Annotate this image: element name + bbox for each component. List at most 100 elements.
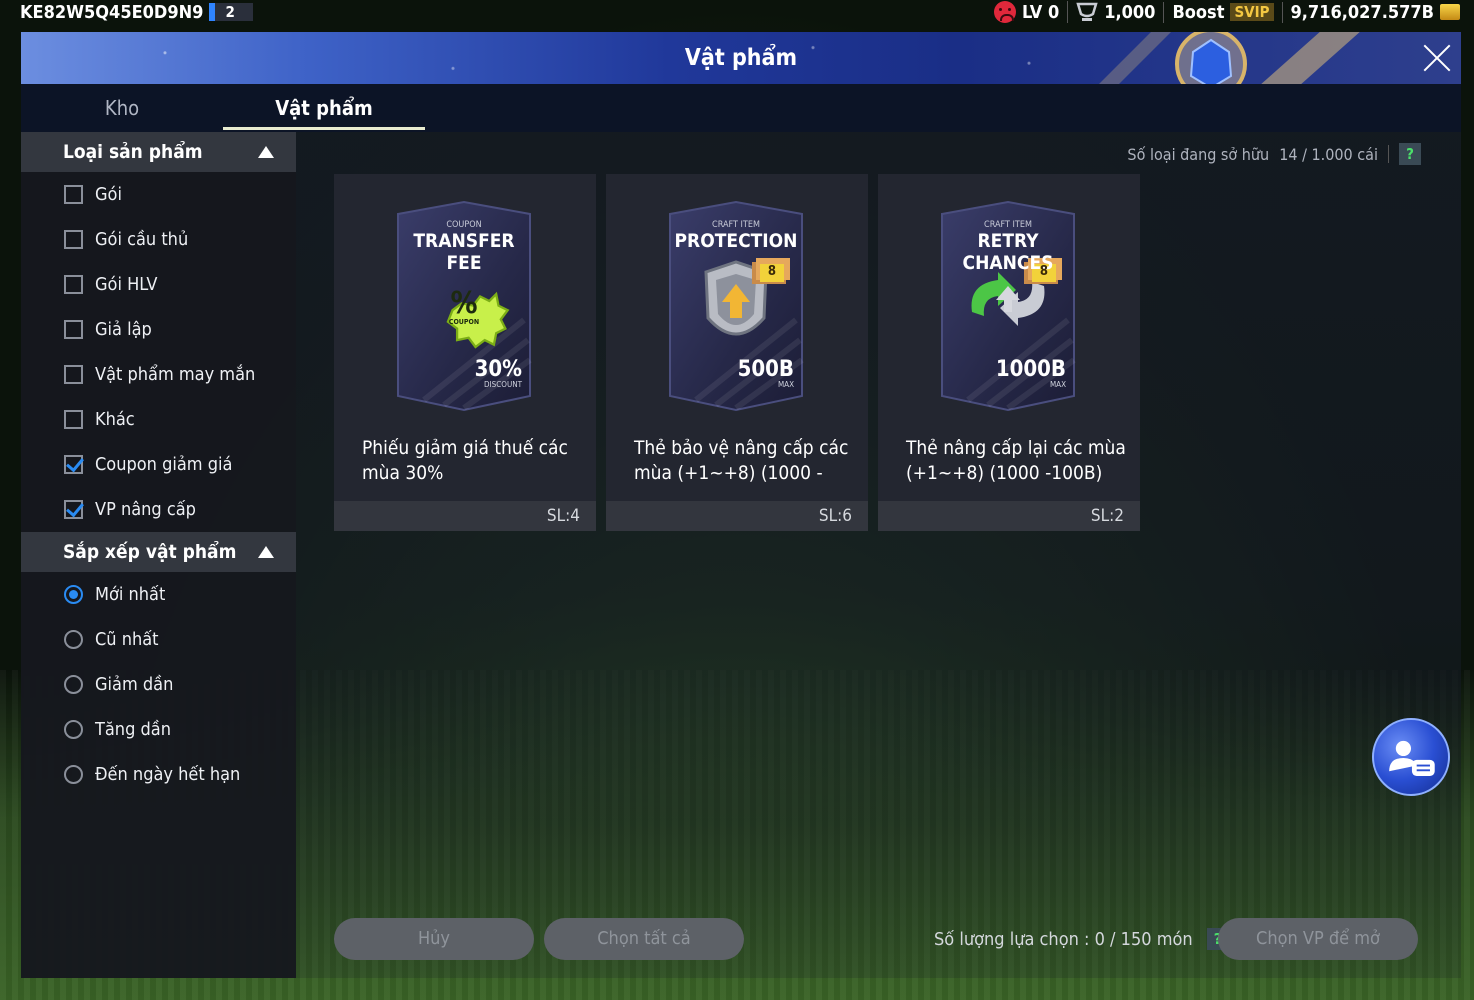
card-caption-small: CRAFT ITEM	[712, 220, 760, 230]
svip-badge: SVIP	[1230, 3, 1274, 21]
card-value: 1000B MAX	[995, 357, 1066, 390]
trophy-count: 1,000	[1104, 1, 1156, 23]
balance-value: 9,716,027.577B	[1290, 1, 1434, 23]
level-badge: 8	[1039, 264, 1049, 279]
coupon-percent-symbol: %	[450, 286, 478, 321]
tab-bar: Kho Vật phẩm	[21, 84, 1461, 132]
radio[interactable]	[64, 720, 83, 739]
retry-card-icon: CRAFT ITEM RETRY CHANCES 8 1000B MAX	[938, 200, 1078, 412]
item-card[interactable]: CRAFT ITEM PROTECTION 8 500B MAX Thẻ bảo…	[606, 174, 868, 531]
product-type-title: Loại sản phẩm	[63, 141, 203, 163]
checkbox[interactable]	[64, 365, 83, 384]
window-titlebar: Vật phẩm	[21, 32, 1461, 84]
item-quantity: SL:2	[878, 501, 1140, 531]
item-name: Thẻ bảo vệ nâng cấp các mùa (+1~+8) (100…	[634, 437, 849, 484]
owned-value: 14 / 1.000 cái	[1279, 144, 1378, 164]
coupon-badge-label: COUPON	[448, 318, 480, 326]
selection-count: Số lượng lựa chọn : 0 / 150 món ?	[934, 918, 1229, 960]
filter-option-label: Khác	[95, 409, 135, 430]
checkbox[interactable]	[64, 185, 83, 204]
card-value-text: 30%	[474, 357, 522, 382]
filter-option[interactable]: Khác	[21, 397, 296, 442]
action-bar: Hủy Chọn tất cả Số lượng lựa chọn : 0 / …	[334, 918, 1419, 960]
item-card[interactable]: COUPON TRANSFER FEE % COUPON 30% DISCOUN…	[334, 174, 596, 531]
card-value: 500B MAX	[737, 357, 794, 390]
filter-option[interactable]: Gói cầu thủ	[21, 217, 296, 262]
window-title: Vật phẩm	[684, 45, 798, 71]
slot-indicator: 2	[209, 3, 253, 21]
filter-option[interactable]: Giả lập	[21, 307, 296, 352]
sort-option-label: Đến ngày hết hạn	[95, 764, 241, 785]
filter-option[interactable]: VP nâng cấp	[21, 487, 296, 532]
sort-option[interactable]: Cũ nhất	[21, 617, 296, 662]
select-all-button[interactable]: Chọn tất cả	[544, 918, 744, 960]
sort-title: Sắp xếp vật phẩm	[63, 541, 237, 563]
item-quantity: SL:6	[606, 501, 868, 531]
sort-option-label: Mới nhất	[95, 584, 166, 605]
filter-sidebar: Loại sản phẩm Gói Gói cầu thủ Gói HLV Giả l…	[21, 132, 296, 978]
checkbox-checked[interactable]	[64, 500, 83, 519]
sort-option-label: Cũ nhất	[95, 629, 159, 650]
item-card[interactable]: CRAFT ITEM RETRY CHANCES 8 1000B MAX Thẻ…	[878, 174, 1140, 531]
sort-option[interactable]: Giảm dần	[21, 662, 296, 707]
coin-stack-icon	[1440, 4, 1460, 20]
level-badge: 8	[767, 264, 777, 279]
owned-label: Số loại đang sở hữu	[1127, 144, 1270, 164]
chat-support-icon[interactable]	[1372, 718, 1450, 796]
card-value: 30% DISCOUNT	[474, 357, 522, 390]
card-value-text: 500B	[737, 357, 794, 382]
radio[interactable]	[64, 675, 83, 694]
trophy-icon	[1076, 2, 1098, 21]
card-value-text: 1000B	[995, 357, 1066, 382]
close-icon[interactable]	[1419, 40, 1455, 76]
radio[interactable]	[64, 630, 83, 649]
sort-option-label: Giảm dần	[95, 674, 174, 695]
radio[interactable]	[64, 765, 83, 784]
sort-option[interactable]: Mới nhất	[21, 572, 296, 617]
player-code: KE82W5Q45E0D9N9	[20, 1, 204, 23]
coupon-card-icon: COUPON TRANSFER FEE % COUPON 30% DISCOUN…	[394, 200, 534, 412]
checkbox[interactable]	[64, 230, 83, 249]
filter-option[interactable]: Gói HLV	[21, 262, 296, 307]
owned-summary: Số loại đang sở hữu 14 / 1.000 cái ?	[1127, 142, 1421, 166]
selection-label: Số lượng lựa chọn : 0 / 150 món	[934, 928, 1193, 950]
protection-card-icon: CRAFT ITEM PROTECTION 8 500B MAX	[666, 200, 806, 412]
item-grid-area: Số loại đang sở hữu 14 / 1.000 cái ? COU…	[296, 132, 1461, 978]
tab-items[interactable]: Vật phẩm	[223, 84, 425, 132]
collapse-arrow-icon	[258, 146, 274, 158]
cancel-button[interactable]: Hủy	[334, 918, 534, 960]
filter-option-label: Gói	[95, 184, 122, 205]
help-icon[interactable]: ?	[1399, 143, 1421, 165]
sort-option-label: Tăng dần	[95, 719, 171, 740]
item-quantity: SL:4	[334, 501, 596, 531]
status-bar: KE82W5Q45E0D9N9 2 LV 0 1,000 Boost SVIP …	[0, 0, 1474, 24]
boost-label: Boost	[1172, 1, 1225, 23]
sort-option[interactable]: Tăng dần	[21, 707, 296, 752]
filter-option[interactable]: Vật phẩm may mắn	[21, 352, 296, 397]
filter-option-label: Giả lập	[95, 319, 152, 340]
item-name: Phiếu giảm giá thuế các mùa 30%	[362, 437, 568, 484]
radio-selected[interactable]	[64, 585, 83, 604]
checkbox[interactable]	[64, 410, 83, 429]
filter-option-label: Vật phẩm may mắn	[95, 364, 256, 385]
card-caption-big: TRANSFER FEE	[413, 230, 515, 274]
checkbox-checked[interactable]	[64, 455, 83, 474]
filter-option[interactable]: Gói	[21, 172, 296, 217]
filter-option-label: Gói HLV	[95, 274, 158, 295]
checkbox[interactable]	[64, 275, 83, 294]
tab-storage[interactable]: Kho	[21, 84, 223, 132]
filter-option-label: Gói cầu thủ	[95, 229, 189, 250]
card-caption-big: PROTECTION	[674, 230, 798, 252]
checkbox[interactable]	[64, 320, 83, 339]
collapse-arrow-icon	[258, 546, 274, 558]
product-type-header[interactable]: Loại sản phẩm	[21, 132, 296, 172]
level-label: LV 0	[1021, 1, 1060, 23]
sort-header[interactable]: Sắp xếp vật phẩm	[21, 532, 296, 572]
sort-option[interactable]: Đến ngày hết hạn	[21, 752, 296, 797]
filter-option-label: VP nâng cấp	[95, 499, 196, 520]
sad-face-icon	[993, 1, 1016, 23]
filter-option[interactable]: Coupon giảm giá	[21, 442, 296, 487]
open-selected-button[interactable]: Chọn VP để mở	[1218, 918, 1418, 960]
filter-option-label: Coupon giảm giá	[95, 454, 233, 475]
item-card-list: COUPON TRANSFER FEE % COUPON 30% DISCOUN…	[334, 174, 1140, 531]
